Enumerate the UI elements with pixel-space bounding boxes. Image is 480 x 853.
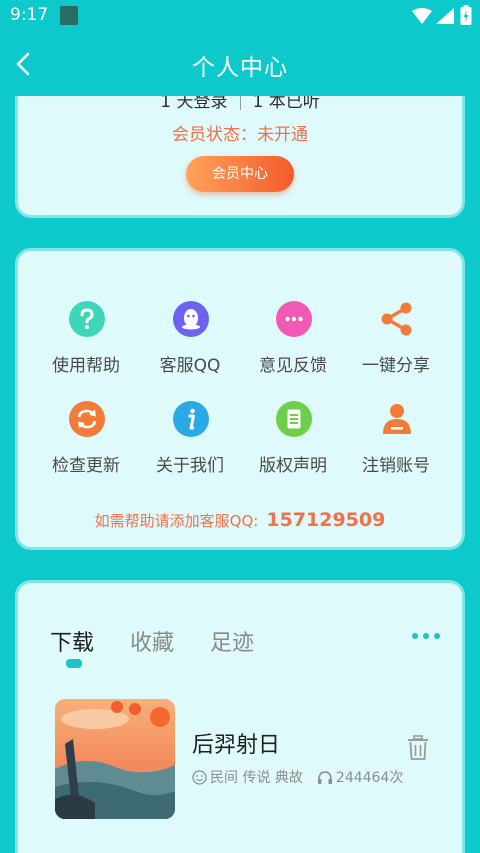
- share-label: 一键分享: [362, 356, 430, 376]
- about-us-label: 关于我们: [156, 456, 224, 476]
- info-icon: [173, 401, 209, 437]
- share-item[interactable]: 一键分享: [344, 301, 448, 385]
- user-icon: [383, 404, 411, 434]
- status-time: 9:17: [10, 5, 49, 25]
- header-title: 个人中心: [192, 55, 288, 81]
- app-bar-foreground: 个人中心: [0, 32, 480, 96]
- status-bar: 9:17: [0, 0, 480, 32]
- album-cover-image[interactable]: [55, 699, 175, 819]
- stat-divider: [239, 94, 241, 110]
- help-qq-number[interactable]: 157129509: [266, 509, 385, 531]
- item-play-count: 244464次: [335, 770, 404, 786]
- more-options-icon[interactable]: [411, 632, 441, 640]
- qq-icon: [173, 301, 209, 337]
- item-tags: 民间 传说 典故: [210, 770, 303, 786]
- item-title: 后羿射日: [192, 733, 281, 758]
- document-icon: [276, 401, 312, 437]
- check-update-label: 检查更新: [52, 456, 120, 476]
- services-card: 使用帮助 客服QQ 意见反馈 一键分享 检查更新 关于我们 版权声明 注销账号 …: [15, 248, 465, 550]
- battery-icon: [460, 5, 472, 25]
- tab-favorites[interactable]: 收藏: [130, 625, 174, 657]
- feedback-item[interactable]: 意见反馈: [241, 301, 345, 385]
- item-meta: 民间 传说 典故 244464次: [192, 767, 403, 787]
- smile-icon: [192, 769, 207, 785]
- active-tab-indicator: [66, 659, 82, 668]
- about-us-item[interactable]: 关于我们: [138, 401, 242, 485]
- vip-status: 会员状态：未开通: [172, 125, 308, 145]
- copyright-label: 版权声明: [259, 456, 327, 476]
- check-update-item[interactable]: 检查更新: [34, 401, 138, 485]
- library-card: 下载 收藏 足迹 后羿射日 民间 传说 典故 244464次: [15, 580, 465, 853]
- feedback-label: 意见反馈: [259, 356, 327, 376]
- help-item[interactable]: 使用帮助: [34, 301, 138, 385]
- headphones-icon: [317, 770, 332, 784]
- wifi-icon: [412, 8, 432, 24]
- help-contact-line: 如需帮助请添加客服QQ: 157129509: [18, 509, 462, 531]
- share-icon: [381, 302, 412, 336]
- sim-icon: [60, 6, 78, 25]
- copyright-item[interactable]: 版权声明: [241, 401, 345, 485]
- help-label: 使用帮助: [52, 356, 120, 376]
- item-plays: 244464次: [317, 767, 403, 787]
- chat-bubble-icon: [276, 301, 312, 337]
- customer-service-qq-item[interactable]: 客服QQ: [138, 301, 242, 385]
- tab-downloads[interactable]: 下载: [50, 625, 94, 657]
- cellular-signal-icon: [436, 8, 454, 24]
- vip-center-button[interactable]: 会员中心: [186, 156, 294, 192]
- refresh-icon: [69, 401, 105, 437]
- customer-service-qq-label: 客服QQ: [159, 356, 221, 376]
- delete-account-item[interactable]: 注销账号: [344, 401, 448, 485]
- trash-icon[interactable]: [406, 735, 430, 761]
- help-contact-text: 如需帮助请添加客服QQ:: [94, 512, 259, 530]
- delete-account-label: 注销账号: [362, 456, 430, 476]
- tab-history[interactable]: 足迹: [210, 625, 254, 657]
- help-icon: [69, 301, 105, 337]
